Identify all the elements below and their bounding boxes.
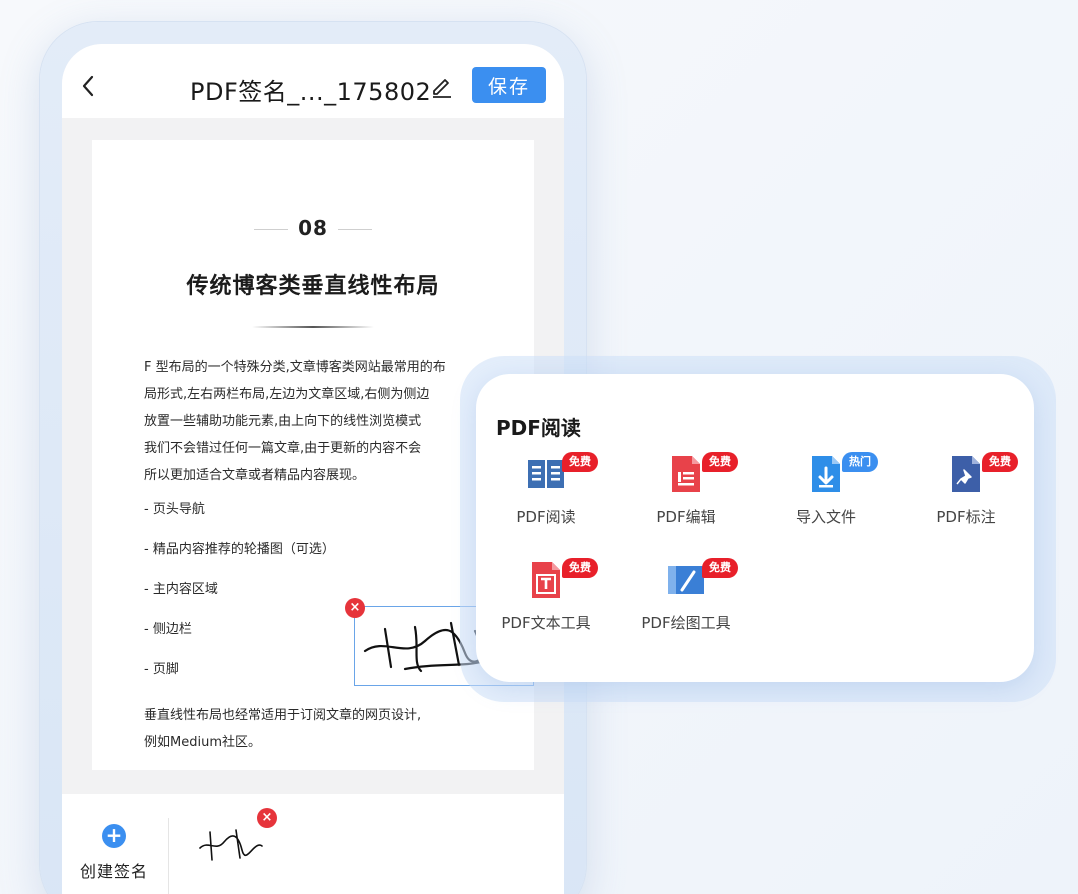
hot-badge: 热门 <box>842 452 878 472</box>
create-signature-button[interactable]: + 创建签名 <box>78 824 150 882</box>
list-item: - 页头导航 <box>144 500 335 540</box>
tool-pdf-text[interactable]: PDF文本工具 免费 <box>476 558 616 658</box>
card-title: PDF阅读 <box>496 412 581 441</box>
save-button[interactable]: 保存 <box>472 67 546 103</box>
back-arrow-icon[interactable] <box>80 74 96 98</box>
tool-label: PDF标注 <box>896 506 1036 527</box>
tool-pdf-edit[interactable]: PDF编辑 免费 <box>616 452 756 552</box>
closing-paragraph: 垂直线性布局也经常适用于订阅文章的网页设计, 例如Medium社区。 <box>144 702 421 756</box>
section-title: 传统博客类垂直线性布局 <box>92 268 534 300</box>
tool-label: PDF阅读 <box>476 506 616 527</box>
free-badge: 免费 <box>982 452 1018 472</box>
list-item: - 页脚 <box>144 660 335 700</box>
tool-pdf-annotate[interactable]: PDF标注 免费 <box>896 452 1036 552</box>
title-underline <box>252 326 374 328</box>
list-item: - 精品内容推荐的轮播图（可选） <box>144 540 335 580</box>
plus-icon: + <box>102 824 126 848</box>
create-signature-label: 创建签名 <box>78 858 150 882</box>
free-badge: 免费 <box>562 452 598 472</box>
number-divider-right <box>338 229 372 230</box>
tool-label: PDF文本工具 <box>476 612 616 633</box>
free-badge: 免费 <box>702 558 738 578</box>
saved-signature-thumbnail[interactable] <box>194 814 266 874</box>
list-item: - 主内容区域 <box>144 580 335 620</box>
tool-label: PDF绘图工具 <box>616 612 756 633</box>
tool-pdf-read[interactable]: PDF阅读 免费 <box>476 452 616 552</box>
free-badge: 免费 <box>562 558 598 578</box>
toolbar-divider <box>168 818 169 894</box>
tool-import-file[interactable]: 导入文件 热门 <box>756 452 896 552</box>
paragraph-line: 垂直线性布局也经常适用于订阅文章的网页设计, <box>144 702 421 729</box>
free-badge: 免费 <box>702 452 738 472</box>
tool-pdf-drawing[interactable]: PDF绘图工具 免费 <box>616 558 756 658</box>
tool-label: PDF编辑 <box>616 506 756 527</box>
document-title: PDF签名_..._175802 <box>190 72 431 107</box>
pdf-tools-card: PDF阅读 PDF阅读 免费 PDF编辑 免费 导入文件 热门 <box>476 374 1034 682</box>
delete-saved-signature-icon[interactable]: × <box>257 808 277 828</box>
paragraph-line: 例如Medium社区。 <box>144 729 421 756</box>
pencil-icon[interactable] <box>430 74 454 98</box>
signature-toolbar: + 创建签名 × <box>62 794 564 894</box>
bullet-list: - 页头导航 - 精品内容推荐的轮播图（可选） - 主内容区域 - 侧边栏 - … <box>144 500 335 700</box>
tool-label: 导入文件 <box>756 506 896 527</box>
section-number: 08 <box>92 216 534 240</box>
editor-header: PDF签名_..._175802 保存 <box>62 44 564 118</box>
remove-signature-icon[interactable]: × <box>345 598 365 618</box>
list-item: - 侧边栏 <box>144 620 335 660</box>
